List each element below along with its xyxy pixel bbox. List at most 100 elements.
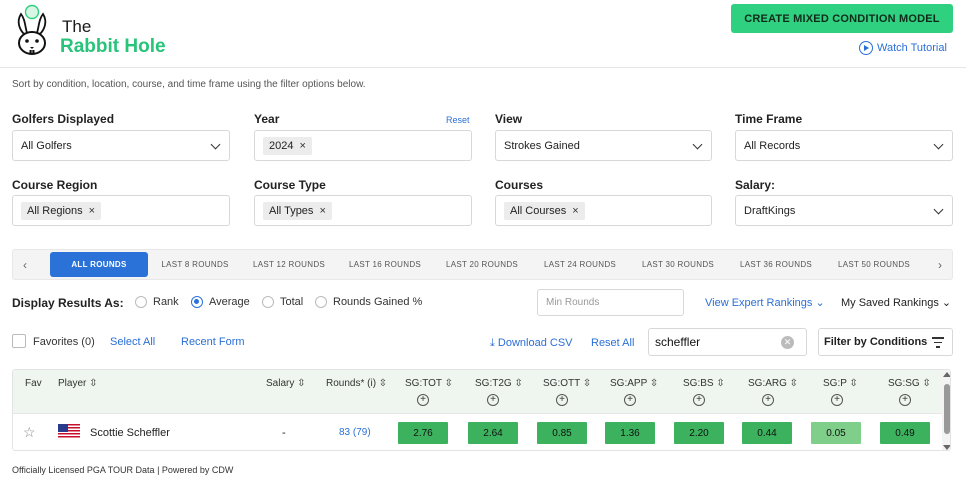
chevron-down-icon	[933, 204, 944, 215]
add-condition-icon[interactable]: +	[831, 394, 843, 406]
display-results-label: Display Results As:	[12, 296, 124, 310]
add-condition-icon[interactable]: +	[487, 394, 499, 406]
add-condition-icon[interactable]: +	[762, 394, 774, 406]
add-condition-icon[interactable]: +	[556, 394, 568, 406]
page-subtitle: Sort by condition, location, course, and…	[12, 79, 366, 90]
col-salary[interactable]: Salary ⇳	[266, 378, 306, 389]
filter-by-conditions-button[interactable]: Filter by Conditions	[818, 328, 953, 356]
tab-last-8-rounds[interactable]: LAST 8 ROUNDS	[153, 252, 237, 277]
salary-value: DraftKings	[744, 204, 796, 217]
sg-p-cell: 0.05	[811, 422, 861, 444]
col-sg-sg[interactable]: SG:SG ⇳	[888, 378, 931, 389]
course-region-multiselect[interactable]: All Regions ×	[12, 195, 230, 226]
radio-average[interactable]: Average	[191, 296, 250, 308]
radio-rounds-gained[interactable]: Rounds Gained %	[315, 296, 422, 308]
course-type-label: Course Type	[254, 178, 326, 192]
course-region-chip-label: All Regions	[27, 204, 83, 217]
radio-total[interactable]: Total	[262, 296, 303, 308]
col-sg-arg[interactable]: SG:ARG ⇳	[748, 378, 798, 389]
rabbit-logo-icon	[17, 4, 47, 55]
salary-select[interactable]: DraftKings	[735, 195, 953, 226]
course-type-chip: All Types ×	[263, 201, 332, 220]
reset-all-link[interactable]: Reset All	[591, 337, 634, 349]
my-saved-rankings-dropdown[interactable]: My Saved Rankings ⌄	[841, 296, 951, 309]
add-condition-icon[interactable]: +	[693, 394, 705, 406]
col-sg-t2g[interactable]: SG:T2G ⇳	[475, 378, 523, 389]
header-divider	[0, 67, 966, 68]
tab-last-30-rounds[interactable]: LAST 30 ROUNDS	[635, 252, 721, 277]
player-name[interactable]: Scottie Scheffler	[90, 427, 170, 439]
table-row[interactable]: ☆ Scottie Scheffler - 83 (79) 2.76 2.64 …	[13, 413, 950, 450]
view-value: Strokes Gained	[504, 139, 580, 152]
tabs-next-arrow-icon[interactable]: ›	[928, 250, 952, 279]
favorites-checkbox[interactable]	[12, 334, 26, 348]
brand-logo[interactable]: The Rabbit Hole	[10, 4, 180, 60]
course-type-multiselect[interactable]: All Types ×	[254, 195, 472, 226]
scrollbar-thumb[interactable]	[944, 384, 950, 434]
play-circle-icon	[859, 41, 873, 55]
footer-credits: Officially Licensed PGA TOUR Data | Powe…	[12, 465, 234, 475]
sg-bs-cell: 2.20	[674, 422, 724, 444]
filter-by-conditions-label: Filter by Conditions	[824, 336, 928, 348]
remove-chip-icon[interactable]: ×	[299, 140, 305, 152]
add-condition-icon[interactable]: +	[899, 394, 911, 406]
col-rounds[interactable]: Rounds* (i) ⇳	[326, 378, 387, 389]
player-rounds[interactable]: 83 (79)	[339, 427, 371, 438]
radio-circle-icon	[262, 296, 274, 308]
col-sg-tot[interactable]: SG:TOT ⇳	[405, 378, 453, 389]
player-search-input[interactable]: scheffler ✕	[648, 328, 807, 356]
col-sg-app[interactable]: SG:APP ⇳	[610, 378, 658, 389]
download-csv-link[interactable]: ⤓ Download CSV	[490, 337, 573, 350]
table-scrollbar[interactable]	[942, 370, 950, 450]
tab-all-rounds[interactable]: ALL ROUNDS	[50, 252, 148, 277]
recent-form-link[interactable]: Recent Form	[181, 336, 245, 348]
courses-multiselect[interactable]: All Courses ×	[495, 195, 712, 226]
col-sg-ott[interactable]: SG:OTT ⇳	[543, 378, 591, 389]
view-label: View	[495, 112, 523, 126]
remove-chip-icon[interactable]: ×	[89, 205, 95, 217]
year-multiselect[interactable]: 2024 ×	[254, 130, 472, 161]
create-mixed-condition-model-button[interactable]: CREATE MIXED CONDITION MODEL	[731, 4, 953, 33]
view-expert-rankings-dropdown[interactable]: View Expert Rankings ⌄	[705, 296, 825, 309]
favorite-star-icon[interactable]: ☆	[23, 424, 36, 441]
remove-chip-icon[interactable]: ×	[319, 205, 325, 217]
remove-chip-icon[interactable]: ×	[572, 205, 578, 217]
scroll-up-icon[interactable]	[943, 372, 950, 377]
tab-last-24-rounds[interactable]: LAST 24 ROUNDS	[537, 252, 623, 277]
table-header: Fav Player ⇳ Salary ⇳ Rounds* (i) ⇳ SG:T…	[13, 370, 950, 413]
watch-tutorial-link[interactable]: Watch Tutorial	[859, 41, 947, 55]
tabs-prev-arrow-icon[interactable]: ‹	[13, 250, 37, 279]
chevron-down-icon	[210, 139, 221, 150]
tab-last-20-rounds[interactable]: LAST 20 ROUNDS	[439, 252, 525, 277]
courses-chip-label: All Courses	[510, 204, 567, 217]
player-salary: -	[282, 427, 286, 439]
tab-last-50-rounds[interactable]: LAST 50 ROUNDS	[831, 252, 917, 277]
usa-flag-icon	[58, 424, 80, 439]
view-select[interactable]: Strokes Gained	[495, 130, 712, 161]
tab-last-36-rounds[interactable]: LAST 36 ROUNDS	[733, 252, 819, 277]
select-all-link[interactable]: Select All	[110, 336, 155, 348]
time-frame-select[interactable]: All Records	[735, 130, 953, 161]
add-condition-icon[interactable]: +	[417, 394, 429, 406]
col-fav: Fav	[25, 378, 42, 389]
radio-rounds-gained-label: Rounds Gained %	[333, 296, 423, 308]
golfers-displayed-select[interactable]: All Golfers	[12, 130, 230, 161]
tab-last-16-rounds[interactable]: LAST 16 ROUNDS	[343, 252, 427, 277]
col-sg-bs[interactable]: SG:BS ⇳	[683, 378, 725, 389]
min-rounds-input[interactable]: Min Rounds	[537, 289, 684, 316]
courses-label: Courses	[495, 178, 544, 192]
stats-table: Fav Player ⇳ Salary ⇳ Rounds* (i) ⇳ SG:T…	[12, 369, 951, 451]
brand-line2: Rabbit Hole	[60, 36, 166, 57]
scroll-down-icon[interactable]	[943, 445, 950, 450]
tab-last-12-rounds[interactable]: LAST 12 ROUNDS	[247, 252, 331, 277]
col-player[interactable]: Player ⇳	[58, 378, 98, 389]
sg-app-cell: 1.36	[605, 422, 655, 444]
radio-total-label: Total	[280, 296, 304, 308]
radio-rank[interactable]: Rank	[135, 296, 179, 308]
course-type-chip-label: All Types	[269, 204, 314, 217]
clear-search-icon[interactable]: ✕	[781, 336, 794, 349]
add-condition-icon[interactable]: +	[624, 394, 636, 406]
year-reset-link[interactable]: Reset	[446, 115, 470, 125]
course-region-label: Course Region	[12, 178, 98, 192]
col-sg-p[interactable]: SG:P ⇳	[823, 378, 858, 389]
